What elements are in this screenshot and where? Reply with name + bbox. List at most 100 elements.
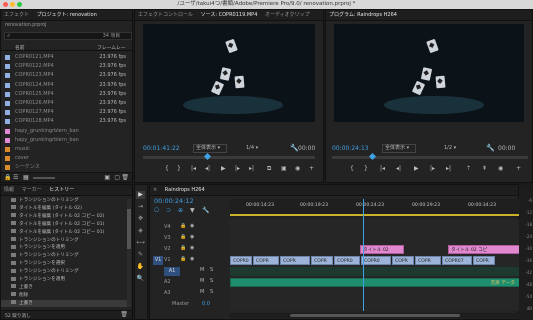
history-item[interactable]: トランジションを適用 [1, 244, 127, 251]
master-volume-value[interactable]: 0.0 [202, 300, 210, 309]
lock-icon[interactable]: 🔒 [180, 234, 186, 240]
track-header-v3[interactable]: V3 [164, 234, 171, 243]
solo-icon[interactable]: S [210, 289, 213, 295]
col-fps-header[interactable]: フレームレー [97, 44, 126, 51]
export-frame-icon[interactable]: ◉ [295, 165, 300, 172]
trash-icon[interactable]: 🗑 [120, 311, 128, 318]
go-to-out-icon[interactable]: ▸| [249, 165, 254, 172]
export-frame-icon[interactable]: ◉ [498, 165, 503, 172]
source-patch-v1[interactable]: V1 [153, 256, 163, 265]
timeline-ruler[interactable] [230, 199, 520, 217]
mute-icon[interactable]: M [200, 289, 204, 295]
eye-icon[interactable]: ◉ [190, 223, 194, 229]
insert-icon[interactable]: ⧉ [267, 165, 271, 173]
lock-icon[interactable]: 🔒 [4, 174, 11, 181]
mark-out-icon[interactable]: } [364, 165, 368, 172]
timeline-scrollbar[interactable] [230, 313, 520, 318]
tab-audio-clip-mixer[interactable]: オーディオクリップ [262, 10, 313, 20]
eye-icon[interactable]: ◉ [190, 234, 194, 240]
history-item[interactable]: トランジションを適用 [1, 276, 127, 283]
track-header-v4[interactable]: V4 [164, 223, 171, 232]
tab-effects[interactable]: エフェクト [1, 10, 32, 20]
video-clip[interactable]: COPR [392, 256, 414, 265]
timeline-scroll-thumb[interactable] [290, 314, 460, 317]
extract-icon[interactable]: ⇞ [482, 165, 487, 172]
tool-button[interactable]: 🔍 [136, 275, 145, 283]
mark-out-icon[interactable]: } [177, 165, 181, 172]
list-view-icon[interactable]: ☰ [13, 174, 18, 181]
lock-icon[interactable]: 🔒 [180, 256, 186, 262]
step-forward-icon[interactable]: |▸ [430, 165, 435, 172]
video-clip[interactable]: COPR [280, 256, 310, 265]
overwrite-icon[interactable]: ▣ [281, 165, 287, 172]
video-clip[interactable]: COPR0 [361, 256, 391, 265]
program-video-frame[interactable] [334, 24, 524, 122]
go-to-in-icon[interactable]: |◂ [191, 165, 196, 172]
program-fit-dropdown[interactable]: 全体表示 ▾ [382, 144, 416, 153]
add-button-icon[interactable]: + [309, 165, 314, 172]
tool-button[interactable]: ◈ [136, 227, 145, 235]
step-back-icon[interactable]: ◂| [396, 165, 401, 172]
video-clip[interactable]: COPR [415, 256, 441, 265]
history-item[interactable]: 削除 [1, 292, 127, 299]
history-item[interactable]: トランジションを選択 [1, 260, 127, 267]
program-playhead[interactable] [368, 152, 377, 161]
video-clip[interactable]: COPR [253, 256, 279, 265]
add-button-icon[interactable]: + [516, 165, 521, 172]
track-header-a1[interactable]: A1 [164, 267, 180, 276]
wrench-icon[interactable]: 🔧 [486, 144, 495, 152]
program-scrub-bar[interactable] [332, 152, 528, 161]
go-to-in-icon[interactable]: |◂ [380, 165, 385, 172]
play-icon[interactable]: ▶ [221, 165, 226, 172]
mark-in-icon[interactable]: { [165, 165, 169, 172]
program-timecode[interactable]: 00:00:24:13 [332, 145, 369, 152]
source-timecode[interactable]: 00:01:41:22 [143, 145, 180, 152]
title-clip[interactable]: タイトル 02 コピ [448, 245, 520, 254]
solo-icon[interactable]: S [210, 278, 213, 284]
step-forward-icon[interactable]: |▸ [235, 165, 240, 172]
video-clip[interactable]: COPR0 [230, 256, 252, 265]
source-resolution-dropdown[interactable]: 1/4 ▾ [246, 145, 258, 151]
history-item[interactable]: タイトルを編集 (タイトル 02) [1, 205, 127, 212]
lift-icon[interactable]: ⇡ [466, 165, 471, 172]
history-item[interactable]: 上書き [1, 284, 127, 291]
solo-icon[interactable]: S [210, 267, 213, 273]
history-item[interactable]: トランジションのトリミング [1, 252, 127, 259]
tool-button[interactable]: ✥ [136, 215, 145, 223]
history-scroll-thumb[interactable] [127, 209, 131, 249]
history-item[interactable]: トランジションのトリミング [1, 197, 127, 204]
title-clip[interactable]: タイトル 02 [360, 245, 404, 254]
tab-markers[interactable]: マーカー [19, 185, 45, 195]
close-window-button[interactable] [3, 2, 8, 7]
col-name-header[interactable]: 名前 [15, 44, 25, 51]
play-icon[interactable]: ▶ [414, 165, 419, 172]
mark-in-icon[interactable]: { [350, 165, 354, 172]
timeline-current-time[interactable]: 00:00:24:12 [154, 197, 194, 205]
video-clip[interactable]: COPR07 [442, 256, 472, 265]
source-video-frame[interactable] [143, 24, 315, 122]
tool-button[interactable]: ✎ [136, 251, 145, 259]
tool-button[interactable]: ⇥ [136, 203, 145, 211]
tool-button[interactable]: ⟷ [136, 239, 145, 247]
go-to-out-icon[interactable]: ▸| [446, 165, 451, 172]
source-scrub-bar[interactable] [143, 152, 315, 161]
mute-icon[interactable]: M [200, 278, 204, 284]
mute-icon[interactable]: M [200, 267, 204, 273]
source-fit-dropdown[interactable]: 全体表示 ▾ [193, 144, 227, 153]
history-item[interactable]: タイトルを編集 (タイトル 02 コピー 01) [1, 229, 127, 236]
audio-clip[interactable]: 音楽 データ [230, 278, 520, 287]
tool-button[interactable]: ✋ [136, 263, 145, 271]
add-marker-icon[interactable]: ▼ [190, 207, 195, 214]
tool-button[interactable]: ▶ [136, 191, 145, 199]
history-item[interactable]: トランジションのトリミング [1, 237, 127, 244]
new-bin-icon[interactable]: ▢ [114, 174, 120, 181]
maximize-window-button[interactable] [17, 2, 22, 7]
history-item[interactable]: 上書き [1, 299, 127, 307]
work-area-bar[interactable] [230, 214, 520, 216]
minimize-window-button[interactable] [10, 2, 15, 7]
timeline-settings-icon[interactable]: 🔧 [202, 207, 209, 214]
track-header-v1[interactable]: V1 [164, 256, 171, 265]
tab-history[interactable]: ヒストリー [46, 185, 77, 195]
step-back-icon[interactable]: ◂| [205, 165, 210, 172]
history-item[interactable]: タイトルを編集 (タイトル 02 コピー 01) [1, 221, 127, 228]
